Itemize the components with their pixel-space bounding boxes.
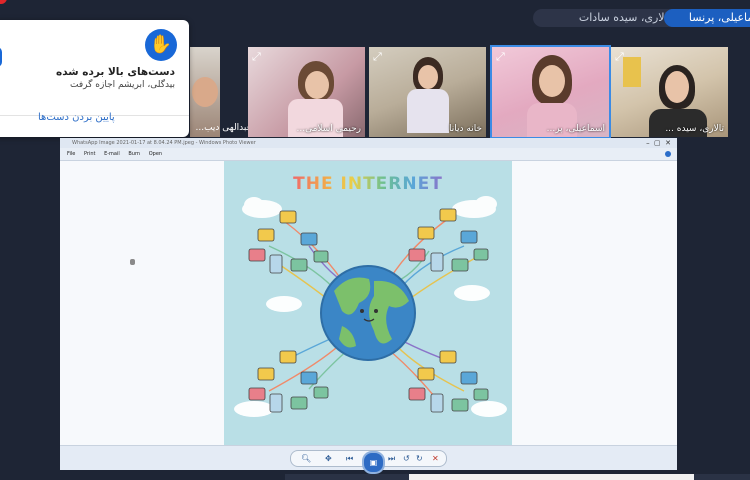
menu-email[interactable]: E-mail bbox=[104, 151, 120, 157]
video-tile-name: اسماعیلی، پر... bbox=[546, 124, 605, 134]
expand-icon[interactable]: ⤢ bbox=[373, 50, 382, 64]
zoom-icon[interactable]: 🔍︎ bbox=[301, 451, 311, 466]
lower-hands-button[interactable]: پایین بردن دست‌ها bbox=[38, 112, 115, 123]
video-tile[interactable]: ⤢ خانه دیانا bbox=[369, 47, 486, 137]
navigation-controls: 🔍︎ ✥ ⏮ ▣ ⏭ ↺ ↻ ✕ bbox=[290, 450, 447, 474]
menu-bar: File Print E-mail Burn Open bbox=[60, 148, 677, 161]
delete-icon[interactable]: ✕ bbox=[432, 451, 439, 466]
actual-size-icon[interactable]: ✥ bbox=[325, 451, 332, 466]
help-icon[interactable] bbox=[665, 151, 671, 157]
mouse-cursor bbox=[130, 259, 135, 265]
menu-open[interactable]: Open bbox=[149, 151, 162, 157]
video-tile[interactable]: ⤢ رحیمی اسلامی... bbox=[248, 47, 365, 137]
raised-hand-icon: ✋ bbox=[145, 29, 177, 61]
video-tile-name: خانه دیانا bbox=[449, 124, 482, 134]
popup-edge-indicator bbox=[0, 47, 2, 67]
window-titlebar: WhatsApp Image 2021-01-17 at 8.04.24 PM.… bbox=[60, 138, 677, 148]
video-tile[interactable]: ⤢ تالاری، سیده ... bbox=[611, 47, 728, 137]
window-controls[interactable]: – ▢ ✕ bbox=[646, 138, 671, 148]
rotate-left-icon[interactable]: ↺ bbox=[403, 451, 410, 466]
image-canvas: THE INTERNET bbox=[60, 161, 677, 446]
video-tile-highlighted[interactable]: ⤢ اسماعیلی، پر... bbox=[490, 45, 611, 139]
window-title: WhatsApp Image 2021-01-17 at 8.04.24 PM.… bbox=[72, 140, 256, 146]
slideshow-button[interactable]: ▣ bbox=[362, 451, 385, 474]
next-icon[interactable]: ⏭ bbox=[388, 451, 395, 466]
previous-icon[interactable]: ⏮ bbox=[346, 451, 353, 466]
shared-screen-photo-viewer: WhatsApp Image 2021-01-17 at 8.04.24 PM.… bbox=[60, 138, 677, 474]
expand-icon[interactable]: ⤢ bbox=[496, 50, 505, 64]
participant-chip[interactable]: تالاری، سیده سادات bbox=[533, 9, 685, 27]
recording-indicator bbox=[0, 0, 7, 4]
expand-icon[interactable]: ⤢ bbox=[252, 50, 261, 64]
participant-video bbox=[192, 77, 218, 107]
notification-subtitle: بیدگلی، ابریشم اجازه گرفت bbox=[70, 80, 175, 90]
viewer-toolbar: 🔍︎ ✥ ⏮ ▣ ⏭ ↺ ↻ ✕ bbox=[60, 445, 677, 474]
rotate-right-icon[interactable]: ↻ bbox=[416, 451, 423, 466]
notification-title: دست‌های بالا برده شده bbox=[56, 66, 175, 78]
participant-chip-label: تالاری، سیده سادات bbox=[578, 11, 671, 24]
video-tile-name: رحیمی اسلامی... bbox=[296, 124, 361, 134]
internet-poster: THE INTERNET bbox=[224, 161, 512, 446]
internet-illustration bbox=[234, 196, 507, 417]
video-tile-name: تالاری، سیده ... bbox=[665, 124, 724, 134]
active-speaker-chip[interactable]: اسماعیلی، پرنسا bbox=[664, 9, 750, 27]
video-tile-name: عبدالهی دیب... bbox=[195, 123, 253, 133]
menu-print[interactable]: Print bbox=[84, 151, 96, 157]
active-speaker-label: اسماعیلی، پرنسا bbox=[688, 11, 750, 24]
chat-input-edge[interactable] bbox=[409, 474, 694, 480]
raised-hands-notification: ✋ دست‌های بالا برده شده بیدگلی، ابریشم ا… bbox=[0, 20, 189, 137]
menu-burn[interactable]: Burn bbox=[128, 151, 140, 157]
menu-file[interactable]: File bbox=[67, 151, 75, 157]
